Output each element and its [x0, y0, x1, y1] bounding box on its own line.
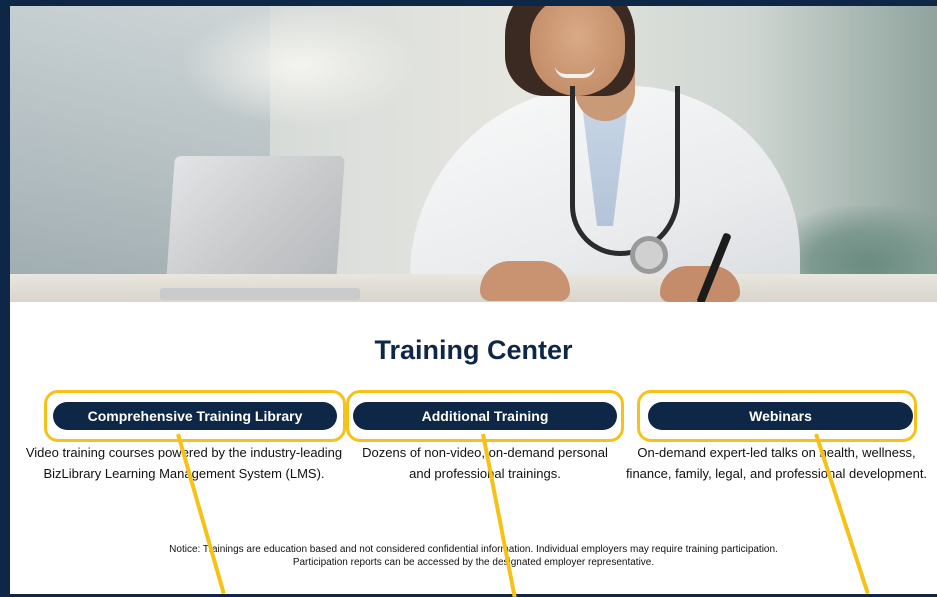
laptop-base-graphic [160, 288, 360, 300]
card-description-line: BizLibrary Learning Management System (L… [43, 466, 325, 481]
card-webinars: Webinars On-demand expert-led talks on h… [622, 390, 937, 481]
notice-line: Notice: Trainings are education based an… [169, 544, 778, 555]
card-description-line: and professional trainings. [409, 466, 561, 481]
page: Training Center Comprehensive Training L… [0, 0, 937, 597]
hero-image [10, 6, 937, 302]
card-description: On-demand expert-led talks on health, we… [616, 442, 937, 484]
desk-graphic [10, 274, 937, 302]
doctor-hand-graphic [480, 261, 570, 301]
card-description-line: On-demand expert-led talks on health, we… [637, 445, 916, 460]
stethoscope-head-graphic [630, 236, 668, 274]
doctor-smile-graphic [555, 66, 595, 78]
card-description-line: finance, family, legal, and professional… [625, 466, 928, 481]
hero-window-light [180, 6, 420, 126]
additional-training-button[interactable]: Additional Training [353, 402, 617, 430]
notice-line: Participation reports can be accessed by… [292, 557, 655, 568]
page-title: Training Center [374, 335, 573, 365]
stethoscope-graphic [570, 86, 680, 256]
webinars-button[interactable]: Webinars [648, 402, 913, 430]
comprehensive-training-library-button[interactable]: Comprehensive Training Library [53, 402, 337, 430]
notice-text: Notice: Trainings are education based an… [10, 543, 937, 569]
